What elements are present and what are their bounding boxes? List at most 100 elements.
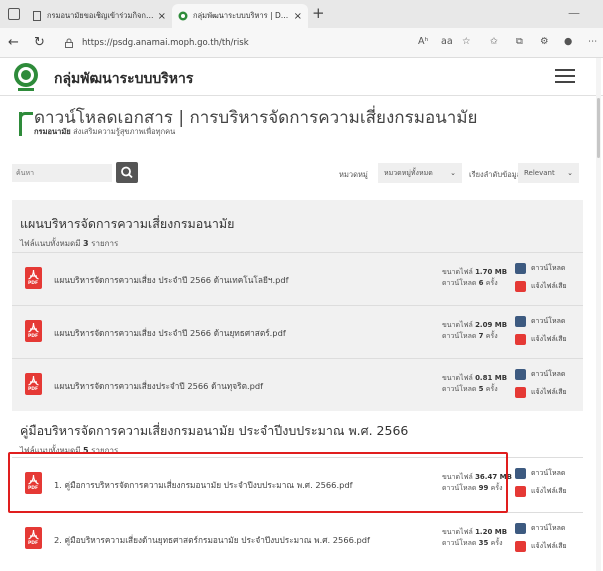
file-row: PDF 1. คู่มือการบริหารจัดการความเสี่ยงกร… <box>12 457 583 510</box>
category-select[interactable]: หมวดหมู่ทั้งหมด ⌄ <box>378 163 462 183</box>
download-icon <box>515 316 526 327</box>
pdf-text: PDF <box>28 541 39 546</box>
size-label: ขนาดไฟล์ <box>442 528 473 536</box>
favorite-star-icon[interactable]: ☆ <box>462 36 471 47</box>
download-button[interactable]: ดาวน์โหลด <box>515 468 565 479</box>
url-field[interactable]: https://psdg.anamai.moph.go.th/th/risk <box>64 32 364 54</box>
back-arrow-icon[interactable]: ← <box>8 35 19 50</box>
pdf-file-icon: PDF <box>25 267 42 289</box>
file-meta: ขนาดไฟล์ 2.09 MB ดาวน์โหลด 7 ครั้ง <box>442 320 507 342</box>
report-label: แจ้งไฟล์เสีย <box>531 388 567 396</box>
count-prefix: ไฟล์แนบทั้งหมดมี <box>20 239 81 248</box>
file-meta: ขนาดไฟล์ 0.81 MB ดาวน์โหลด 5 ครั้ง <box>442 373 507 395</box>
subtitle-org: กรมอนามัย <box>34 127 71 136</box>
tab-title: กรมอนามัยขอเชิญเข้าร่วมกิจกรรม Inter... <box>47 11 154 20</box>
read-aloud-icon[interactable]: Aʰ <box>418 36 428 47</box>
downloads-unit: ครั้ง <box>485 279 498 287</box>
file-size: 36.47 MB <box>475 473 512 481</box>
file-name-link[interactable]: 1. คู่มือการบริหารจัดการความเสี่ยงกรมอนา… <box>54 478 353 492</box>
download-button[interactable]: ดาวน์โหลด <box>515 263 565 274</box>
pdf-file-icon: PDF <box>25 373 42 395</box>
report-broken-button[interactable]: แจ้งไฟล์เสีย <box>515 334 567 345</box>
title-accent-top <box>19 112 33 134</box>
download-button[interactable]: ดาวน์โหลด <box>515 369 565 380</box>
sort-select[interactable]: Relevant ⌄ <box>518 163 579 183</box>
warning-icon <box>515 486 526 497</box>
file-name-link[interactable]: แผนบริหารจัดการความเสี่ยง ประจำปี 2566 ด… <box>54 273 289 287</box>
collections-icon[interactable]: ⧉ <box>516 36 523 47</box>
downloads-unit: ครั้ง <box>490 484 503 492</box>
reload-icon[interactable]: ↻ <box>34 35 45 50</box>
sort-label: เรียงลำดับข้อมูล <box>469 170 522 179</box>
scrollbar-thumb[interactable] <box>597 98 600 158</box>
download-icon <box>515 523 526 534</box>
download-label: ดาวน์โหลด <box>531 469 566 477</box>
download-icon <box>515 369 526 380</box>
warning-icon <box>515 281 526 292</box>
download-count: 5 <box>478 385 484 393</box>
warning-icon <box>515 387 526 398</box>
section-header: แผนบริหารจัดการความเสี่ยงกรมอนามัย ไฟล์แ… <box>12 200 583 252</box>
category-select-value: หมวดหมู่ทั้งหมด <box>384 168 433 177</box>
browser-tab-inactive[interactable]: กรมอนามัยขอเชิญเข้าร่วมกิจกรรม Inter... … <box>26 4 172 28</box>
close-tab-icon[interactable]: × <box>158 11 166 22</box>
file-row: PDF 2. คู่มือบริหารความเสี่ยงด้านยุทธศาส… <box>12 512 583 565</box>
download-button[interactable]: ดาวน์โหลด <box>515 316 565 327</box>
section-count: ไฟล์แนบทั้งหมดมี 3 รายการ <box>20 237 575 250</box>
file-name-link[interactable]: 2. คู่มือบริหารความเสี่ยงด้านยุทธศาสตร์ก… <box>54 533 370 547</box>
report-broken-button[interactable]: แจ้งไฟล์เสีย <box>515 387 567 398</box>
warning-icon <box>515 334 526 345</box>
report-broken-button[interactable]: แจ้งไฟล์เสีย <box>515 281 567 292</box>
profile-avatar-icon[interactable]: ● <box>564 36 572 47</box>
pdf-text: PDF <box>28 387 39 392</box>
file-meta: ขนาดไฟล์ 36.47 MB ดาวน์โหลด 99 ครั้ง <box>442 472 512 494</box>
download-label: ดาวน์โหลด <box>531 524 566 532</box>
download-button[interactable]: ดาวน์โหลด <box>515 523 565 534</box>
download-count: 99 <box>478 484 489 492</box>
pdf-text: PDF <box>28 334 39 339</box>
more-menu-icon[interactable]: ⋯ <box>588 36 598 47</box>
download-count: 35 <box>478 539 489 547</box>
download-icon <box>515 468 526 479</box>
downloads-label: ดาวน์โหลด <box>442 539 477 547</box>
download-label: ดาวน์โหลด <box>531 264 566 272</box>
immersive-reader-icon[interactable]: aa <box>441 36 453 47</box>
downloads-unit: ครั้ง <box>485 385 498 393</box>
page-subtitle: กรมอนามัย ส่งเสริมความรู้สุขภาพเพื่อทุกค… <box>34 126 175 138</box>
file-name-link[interactable]: แผนบริหารจัดการความเสี่ยง ประจำปี 2566 ด… <box>54 326 286 340</box>
download-count: 7 <box>478 332 484 340</box>
minimize-window-icon[interactable]: — <box>568 6 580 20</box>
pdf-file-icon: PDF <box>25 320 42 342</box>
section-title: คู่มือบริหารจัดการความเสี่ยงกรมอนามัย ปร… <box>20 423 409 438</box>
downloads-label: ดาวน์โหลด <box>442 484 477 492</box>
favorites-icon[interactable]: ✩ <box>490 36 498 47</box>
count-prefix: ไฟล์แนบทั้งหมดมี <box>20 446 81 455</box>
download-label: ดาวน์โหลด <box>531 370 566 378</box>
category-label: หมวดหมู่ <box>339 170 368 179</box>
search-input[interactable] <box>12 164 112 182</box>
site-name[interactable]: กลุ่มพัฒนาระบบบริหาร <box>54 68 193 90</box>
downloads-label: ดาวน์โหลด <box>442 385 477 393</box>
close-tab-icon[interactable]: × <box>294 11 302 22</box>
department-logo-icon[interactable] <box>12 62 40 92</box>
downloads-label: ดาวน์โหลด <box>442 279 477 287</box>
lock-icon <box>65 38 73 48</box>
report-broken-button[interactable]: แจ้งไฟล์เสีย <box>515 486 567 497</box>
hamburger-menu-icon[interactable] <box>555 69 575 83</box>
browser-tab-active[interactable]: กลุ่มพัฒนาระบบบริหาร | Document × <box>172 4 308 28</box>
new-tab-button[interactable]: + <box>312 4 325 22</box>
pdf-text: PDF <box>28 281 39 286</box>
section-header: คู่มือบริหารจัดการความเสี่ยงกรมอนามัย ปร… <box>12 411 583 455</box>
extensions-icon[interactable]: ⚙ <box>540 36 549 47</box>
file-name-link[interactable]: แผนบริหารจัดการความเสี่ยงประจำปี 2566 ด้… <box>54 379 263 393</box>
file-size: 1.20 MB <box>475 528 508 536</box>
tab-actions-icon[interactable] <box>8 8 20 20</box>
search-button[interactable] <box>116 162 138 183</box>
report-label: แจ้งไฟล์เสีย <box>531 282 567 290</box>
subtitle-tagline: ส่งเสริมความรู้สุขภาพเพื่อทุกคน <box>73 127 176 136</box>
browser-address-bar: ← ↻ https://psdg.anamai.moph.go.th/th/ri… <box>0 28 603 58</box>
chevron-down-icon: ⌄ <box>567 169 573 177</box>
report-broken-button[interactable]: แจ้งไฟล์เสีย <box>515 541 567 552</box>
downloads-unit: ครั้ง <box>485 332 498 340</box>
downloads-label: ดาวน์โหลด <box>442 332 477 340</box>
